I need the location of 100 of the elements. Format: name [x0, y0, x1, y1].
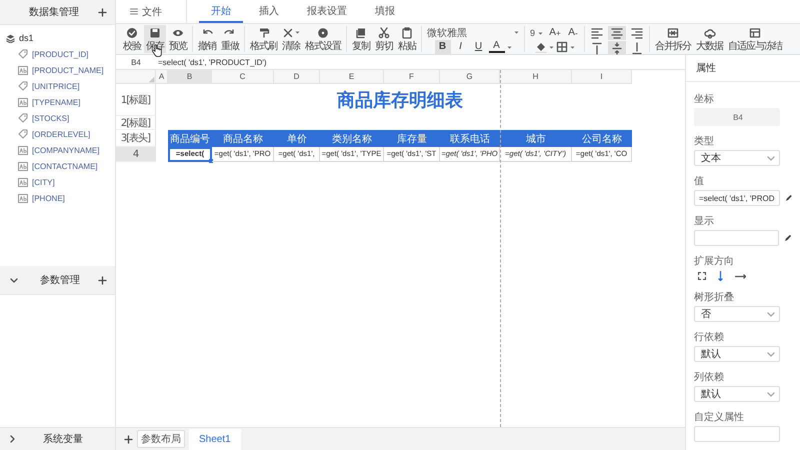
select-field[interactable]: 否	[694, 306, 780, 322]
column-header[interactable]: I	[572, 70, 632, 84]
toolbar-button[interactable]: 撤销	[196, 25, 218, 53]
add-icon[interactable]	[98, 276, 107, 284]
align-middle-icon[interactable]	[611, 42, 624, 54]
add-icon[interactable]	[124, 434, 133, 444]
pencil-icon[interactable]	[784, 234, 792, 242]
menu-tab[interactable]: 插入	[247, 0, 291, 23]
right-arrow-icon[interactable]	[735, 274, 746, 278]
field-item[interactable]: [COMPANYNAME]	[32, 146, 100, 154]
column-header[interactable]: F	[384, 70, 440, 84]
field-label: 类型	[694, 134, 715, 147]
align-bottom-icon[interactable]	[631, 42, 644, 54]
add-icon[interactable]	[98, 8, 107, 16]
expand-icon[interactable]	[698, 272, 706, 280]
border-icon[interactable]	[556, 41, 568, 53]
table-header-cell: 单价	[274, 130, 320, 147]
caret-icon	[295, 31, 300, 34]
column-header[interactable]: E	[320, 70, 384, 84]
align-left-icon[interactable]	[591, 26, 604, 40]
corner-triangle-icon	[148, 76, 155, 83]
row-header[interactable]: 4	[116, 147, 156, 162]
column-header[interactable]: C	[212, 70, 274, 84]
save-icon	[149, 26, 161, 38]
field-item[interactable]: [PRODUCT_NAME]	[32, 66, 104, 74]
toolbar-button[interactable]: 格式刷	[248, 25, 279, 53]
align-center-icon[interactable]	[611, 26, 624, 40]
field-item[interactable]: [CITY]	[32, 178, 55, 186]
field-label: 自定义属性	[694, 410, 745, 423]
cloud-icon	[704, 26, 716, 38]
tree-item[interactable]: ds1	[0, 30, 115, 46]
row-header[interactable]: 2[标题]	[116, 116, 156, 130]
menu-tab[interactable]: 报表设置	[295, 0, 359, 23]
toggle-button[interactable]	[608, 41, 626, 55]
table-header-cell: 类别名称	[320, 130, 384, 147]
sheet-tab[interactable]: 参数布局	[137, 430, 185, 448]
font-dropdown[interactable]: 微软雅黑	[425, 26, 521, 39]
toolbar-button[interactable]: 复制	[350, 25, 372, 53]
align-right-icon[interactable]	[631, 26, 644, 40]
fill-bucket-icon[interactable]	[534, 41, 546, 53]
input-field[interactable]	[694, 426, 780, 442]
field-label: 列依赖	[694, 370, 725, 383]
table-header-cell: 商品编号	[168, 130, 212, 147]
field-item[interactable]: [STOCKS]	[32, 114, 70, 122]
database-icon	[6, 34, 15, 42]
field-item[interactable]: [PHONE]	[32, 194, 65, 202]
toolbar-button[interactable]: 校验	[121, 25, 143, 53]
column-header[interactable]: D	[274, 70, 320, 84]
clipboard-icon	[401, 26, 413, 38]
font-size-dropdown[interactable]: 9	[528, 26, 546, 40]
field-item[interactable]: [TYPENAME]	[32, 98, 80, 106]
toolbar-button[interactable]: 大数据	[694, 25, 726, 53]
dataset-name: ds1	[19, 33, 34, 43]
select-field[interactable]: 文本	[694, 150, 780, 166]
toolbar-button[interactable]: 粘贴	[396, 25, 418, 53]
section-header[interactable]: 系统变量	[0, 427, 115, 450]
input-field[interactable]: =select( 'ds1', 'PROD	[694, 190, 780, 206]
field-item[interactable]: [CONTACTNAME]	[32, 162, 98, 170]
text-field-icon	[18, 146, 28, 154]
paint-roller-icon	[258, 26, 270, 38]
tag-icon	[18, 129, 28, 139]
column-header[interactable]: G	[440, 70, 500, 84]
font-color-button[interactable]: A	[488, 41, 504, 53]
section-header[interactable]: 参数管理	[0, 266, 115, 295]
underline-button[interactable]: U	[470, 40, 486, 54]
pencil-icon[interactable]	[784, 194, 792, 202]
toolbar-button[interactable]: 自适应与冻结	[726, 25, 784, 53]
column-header[interactable]: H	[500, 70, 572, 84]
formula-input[interactable]: =select( 'ds1', 'PRODUCT_ID')	[156, 58, 267, 66]
column-header[interactable]: B	[168, 70, 212, 84]
fill-handle[interactable]	[209, 159, 213, 163]
align-top-icon[interactable]	[591, 42, 604, 54]
caret-icon	[514, 31, 519, 34]
merge-cells-icon	[667, 26, 680, 38]
table-header-cell: 库存量	[384, 130, 440, 147]
row-header[interactable]: 3[表头]	[116, 130, 156, 147]
toggle-button[interactable]	[608, 26, 626, 40]
select-field[interactable]: 默认	[694, 386, 780, 402]
italic-button[interactable]: I	[452, 40, 468, 54]
sheet-tab[interactable]: Sheet1	[189, 428, 241, 450]
field-item[interactable]: [UNITPRICE]	[32, 82, 80, 90]
table-icon	[749, 26, 762, 38]
toolbar-button[interactable]: 剪切	[373, 25, 395, 53]
input-field[interactable]	[694, 230, 780, 246]
column-header[interactable]: A	[156, 70, 168, 84]
toolbar-button[interactable]: 重做	[219, 25, 241, 53]
bold-button[interactable]: B	[434, 40, 450, 54]
menu-tab[interactable]: 填报	[363, 0, 407, 23]
select-field[interactable]: 默认	[694, 346, 780, 362]
field-item[interactable]: [PRODUCT_ID]	[32, 50, 88, 58]
table-header-cell: 城市	[500, 130, 572, 147]
down-arrow-icon[interactable]	[718, 271, 723, 281]
text-field-icon	[18, 178, 28, 186]
toolbar-button[interactable]: 预览	[167, 25, 189, 53]
field-item[interactable]: [ORDERLEVEL]	[32, 130, 90, 138]
toolbar-button[interactable]: 清除	[280, 25, 302, 53]
toolbar-button[interactable]: 合并拆分	[653, 25, 694, 53]
toolbar-button[interactable]: 格式设置	[303, 25, 343, 53]
file-menu[interactable]: 文件	[116, 0, 187, 23]
row-header[interactable]: 1[标题]	[116, 84, 156, 116]
